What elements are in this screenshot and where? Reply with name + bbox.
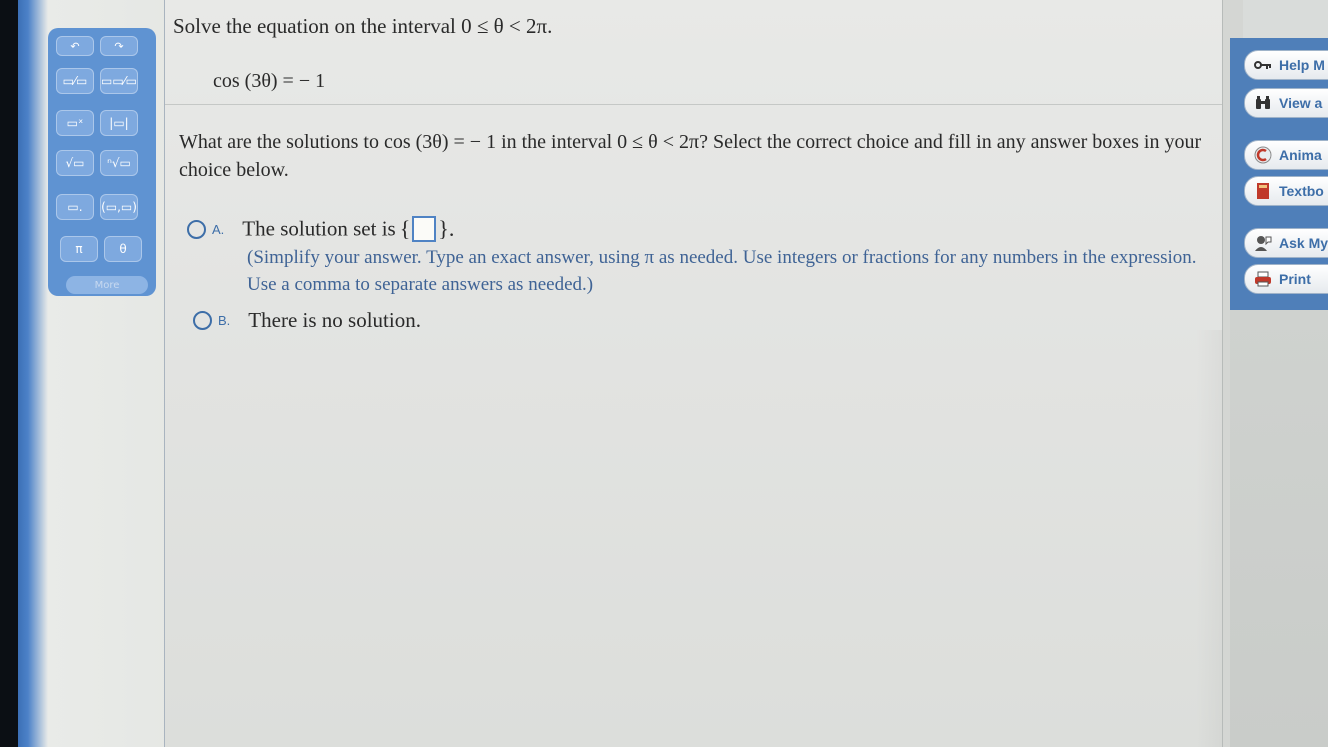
problem-equation: cos (3θ) = − 1 — [213, 70, 326, 92]
undo-icon: ↶ — [70, 39, 80, 53]
tool-label: View a — [1279, 95, 1323, 111]
choice-b-radio[interactable] — [193, 311, 212, 330]
brace-close: }. — [438, 216, 455, 241]
ordered-pair-button[interactable]: (▭,▭) — [100, 194, 138, 220]
absolute-value-icon: |▭| — [109, 116, 129, 130]
choice-b: B. There is no solution. — [193, 308, 421, 333]
theta-icon: θ — [119, 242, 127, 256]
decimal-button[interactable]: ▭. — [56, 194, 94, 220]
animation-icon — [1253, 146, 1273, 164]
square-root-icon: √▭ — [65, 156, 85, 170]
ordered-pair-icon: (▭,▭) — [101, 200, 137, 214]
fraction-button[interactable]: ▭⁄▭ — [56, 68, 94, 94]
question-panel: Solve the equation on the interval 0 ≤ θ… — [164, 0, 1243, 747]
exponent-icon: ▭ˣ — [66, 116, 84, 130]
mixed-number-icon: ▭▭⁄▭ — [100, 74, 138, 88]
tool-ask-my-instructor[interactable]: Ask My — [1244, 228, 1328, 258]
tool-help-me-solve[interactable]: Help M — [1244, 50, 1328, 80]
binoculars-icon — [1253, 94, 1273, 112]
choice-b-text: There is no solution. — [248, 308, 421, 332]
brace-open: { — [399, 216, 411, 241]
tool-view-an-example[interactable]: View a — [1244, 88, 1328, 118]
choice-a-hint: (Simplify your answer. Type an exact ans… — [247, 247, 1197, 295]
pi-button[interactable]: π — [60, 236, 98, 262]
key-icon — [1253, 56, 1273, 74]
decimal-icon: ▭. — [67, 200, 83, 214]
choice-a-radio[interactable] — [187, 219, 206, 239]
choice-b-letter: B. — [218, 313, 231, 328]
tool-label: Textbo — [1279, 183, 1324, 199]
tool-animation[interactable]: Anima — [1244, 140, 1328, 170]
nth-root-button[interactable]: ⁿ√▭ — [100, 150, 138, 176]
tools-panel-background — [1230, 310, 1328, 747]
answer-box[interactable] — [412, 216, 437, 242]
question-prompt: What are the solutions to cos (3θ) = − 1… — [179, 131, 1202, 181]
choice-a-letter: A. — [212, 221, 225, 237]
tool-print[interactable]: Print — [1244, 264, 1328, 294]
more-button[interactable]: More — [66, 276, 148, 294]
choice-a-text: The solution set is — [242, 216, 396, 241]
redo-button[interactable]: ↷ — [100, 36, 138, 56]
book-icon — [1253, 182, 1273, 200]
printer-icon — [1253, 270, 1273, 288]
tool-label: Print — [1279, 271, 1311, 287]
redo-icon: ↷ — [114, 39, 124, 53]
exponent-button[interactable]: ▭ˣ — [56, 110, 94, 136]
fraction-icon: ▭⁄▭ — [62, 74, 88, 88]
problem-title: Solve the equation on the interval 0 ≤ θ… — [173, 14, 553, 38]
monitor-bezel — [0, 0, 18, 747]
undo-button[interactable]: ↶ — [56, 36, 94, 56]
pi-icon: π — [75, 242, 83, 256]
person-icon — [1253, 234, 1273, 252]
tool-label: Anima — [1279, 147, 1322, 163]
tool-label: Ask My — [1279, 235, 1328, 251]
choice-a: A. The solution set is {}. (Simplify you… — [187, 216, 1197, 295]
divider — [165, 104, 1225, 105]
square-root-button[interactable]: √▭ — [56, 150, 94, 176]
nth-root-icon: ⁿ√▭ — [107, 156, 131, 170]
mixed-number-button[interactable]: ▭▭⁄▭ — [100, 68, 138, 94]
absolute-value-button[interactable]: |▭| — [100, 110, 138, 136]
tool-label: Help M — [1279, 57, 1325, 73]
tool-textbook[interactable]: Textbo — [1244, 176, 1328, 206]
theta-button[interactable]: θ — [104, 236, 142, 262]
